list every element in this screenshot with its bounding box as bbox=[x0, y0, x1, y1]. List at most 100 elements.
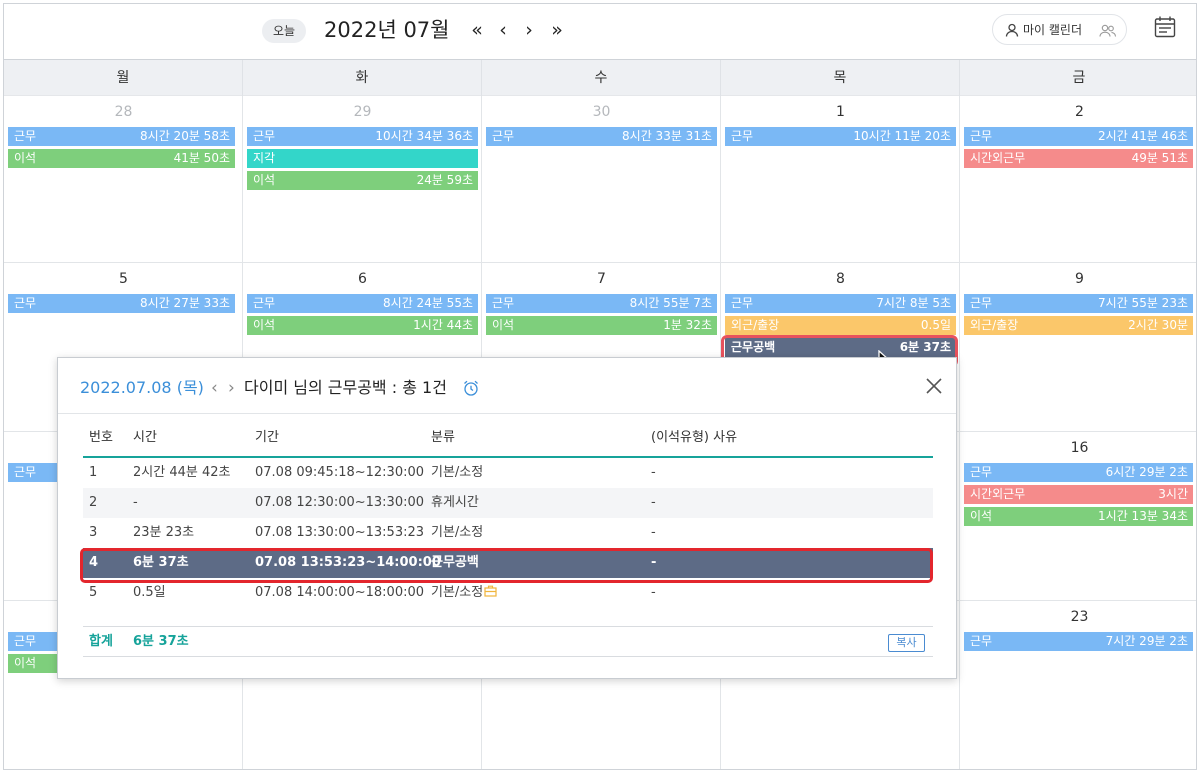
event-label: 시간외근무 bbox=[970, 151, 1026, 165]
event-value: 3시간 bbox=[1158, 487, 1188, 501]
event-bar[interactable]: 이석 24분 59초 bbox=[247, 171, 478, 190]
event-label: 근무 bbox=[970, 634, 993, 648]
event-bar[interactable]: 근무 8시간 55분 7초 bbox=[486, 294, 717, 313]
user-icon bbox=[1005, 23, 1019, 37]
table-cell-category: 기본/소정 bbox=[431, 518, 483, 548]
event-value: 8시간 27분 33초 bbox=[140, 296, 230, 310]
event-label: 이석 bbox=[253, 318, 276, 332]
day-number[interactable]: 28 bbox=[4, 102, 243, 122]
day-number[interactable]: 29 bbox=[243, 102, 482, 122]
table-cell-time: 23분 23초 bbox=[133, 518, 194, 548]
selected-row-outline bbox=[80, 548, 933, 583]
close-icon[interactable] bbox=[924, 376, 944, 396]
day-number[interactable]: 16 bbox=[960, 438, 1196, 458]
column-header: (이석유형) 사유 bbox=[651, 430, 738, 445]
day-number[interactable]: 30 bbox=[482, 102, 721, 122]
event-bar[interactable]: 지각 bbox=[247, 149, 478, 168]
event-value: 8시간 33분 31초 bbox=[622, 129, 712, 143]
cell-text: 휴게시간 bbox=[431, 495, 479, 510]
event-label: 이석 bbox=[14, 151, 37, 165]
event-label: 외근/출장 bbox=[970, 318, 1019, 332]
event-bar[interactable]: 근무 2시간 41분 46초 bbox=[964, 127, 1193, 146]
event-bar[interactable]: 근무 8시간 24분 55초 bbox=[247, 294, 478, 313]
event-bar[interactable]: 근무 8시간 33분 31초 bbox=[486, 127, 717, 146]
event-value: 1분 32초 bbox=[663, 318, 712, 332]
event-value: 8시간 20분 58초 bbox=[140, 129, 230, 143]
event-bar[interactable]: 이석 1시간 44초 bbox=[247, 316, 478, 335]
event-bar[interactable]: 외근/출장 0.5일 bbox=[725, 316, 956, 335]
cell-text: 07.08 12:30:00~13:30:00 bbox=[255, 495, 425, 510]
column-header: 기간 bbox=[255, 430, 279, 445]
table-cell-reason: - bbox=[651, 518, 656, 548]
briefcase-icon bbox=[484, 585, 497, 597]
cell-text: 2시간 44분 42초 bbox=[133, 465, 231, 480]
event-bar[interactable]: 이석 1분 32초 bbox=[486, 316, 717, 335]
event-bar[interactable]: 근무 8시간 27분 33초 bbox=[8, 294, 235, 313]
day-number[interactable]: 5 bbox=[4, 269, 243, 289]
day-number[interactable]: 9 bbox=[960, 269, 1196, 289]
day-number[interactable]: 1 bbox=[721, 102, 960, 122]
table-cell-time: 2시간 44분 42초 bbox=[133, 458, 230, 488]
cell-text: - bbox=[133, 495, 138, 510]
cell-text: 1 bbox=[89, 465, 98, 480]
prev-month-button[interactable]: ‹ bbox=[492, 16, 514, 44]
day-number[interactable]: 6 bbox=[243, 269, 482, 289]
modal-header: 2022.07.08 (목) ‹ › 다이미 님의 근무공백 : 총 1건 bbox=[58, 358, 956, 414]
event-value: 41분 50초 bbox=[173, 151, 230, 165]
event-bar[interactable]: 외근/출장 2시간 30분 bbox=[964, 316, 1193, 335]
day-number[interactable]: 2 bbox=[960, 102, 1196, 122]
event-bar[interactable]: 근무 7시간 55분 23초 bbox=[964, 294, 1193, 313]
cell-text: - bbox=[651, 585, 656, 600]
copy-button[interactable]: 복사 bbox=[888, 634, 925, 652]
table-row[interactable]: 3 23분 23초 07.08 13:30:00~13:53:23 기본/소정 - bbox=[83, 518, 933, 548]
event-value: 7시간 29분 2초 bbox=[1105, 634, 1188, 648]
event-value: 7시간 8분 5초 bbox=[876, 296, 951, 310]
event-bar[interactable]: 이석 1시간 13분 34초 bbox=[964, 507, 1193, 526]
event-bar[interactable]: 근무 10시간 34분 36초 bbox=[247, 127, 478, 146]
event-label: 근무 bbox=[253, 296, 276, 310]
my-calendar-button[interactable]: 마이 캘린더 bbox=[992, 14, 1127, 45]
event-bar[interactable]: 근무 7시간 29분 2초 bbox=[964, 632, 1193, 651]
cell-text: 23분 23초 bbox=[133, 525, 195, 540]
table-cell-period: 07.08 13:30:00~13:53:23 bbox=[255, 518, 424, 548]
today-button[interactable]: 오늘 bbox=[262, 19, 306, 43]
event-label: 이석 bbox=[253, 173, 276, 187]
day-number[interactable]: 23 bbox=[960, 607, 1196, 627]
table-row[interactable]: 2 - 07.08 12:30:00~13:30:00 휴게시간 - bbox=[83, 488, 933, 518]
event-value: 2시간 30분 bbox=[1128, 318, 1188, 332]
event-label: 근무 bbox=[253, 129, 276, 143]
modal-title: 다이미 님의 근무공백 : 총 1건 bbox=[244, 378, 447, 397]
weekday-mon: 월 bbox=[4, 60, 243, 96]
grid-divider bbox=[959, 96, 960, 769]
cell-text: 0.5일 bbox=[133, 585, 166, 600]
event-bar[interactable]: 근무 8시간 20분 58초 bbox=[8, 127, 235, 146]
event-label: 근무 bbox=[14, 129, 37, 143]
modal-prev-button[interactable]: ‹ bbox=[211, 378, 218, 398]
next-month-button[interactable]: › bbox=[518, 16, 540, 44]
month-title: 2022년 07월 bbox=[324, 18, 450, 42]
table-row[interactable]: 1 2시간 44분 42초 07.08 09:45:18~12:30:00 기본/소정… bbox=[83, 458, 933, 488]
calendar-icon[interactable] bbox=[1153, 15, 1177, 39]
event-bar[interactable]: 시간외근무 49분 51초 bbox=[964, 149, 1193, 168]
event-bar[interactable]: 이석 41분 50초 bbox=[8, 149, 235, 168]
calendar-toolbar: 오늘 2022년 07월 « ‹ › » 마이 캘린더 bbox=[4, 4, 1196, 60]
event-bar[interactable]: 시간외근무 3시간 bbox=[964, 485, 1193, 504]
event-value: 7시간 55분 23초 bbox=[1098, 296, 1188, 310]
modal-next-button[interactable]: › bbox=[228, 378, 235, 398]
event-label: 이석 bbox=[492, 318, 515, 332]
event-value: 6시간 29분 2초 bbox=[1105, 465, 1188, 479]
last-page-button[interactable]: » bbox=[546, 16, 568, 44]
weekday-tue: 화 bbox=[243, 60, 482, 96]
event-bar[interactable]: 근무 10시간 11분 20초 bbox=[725, 127, 956, 146]
group-icon[interactable] bbox=[1099, 24, 1117, 37]
first-page-button[interactable]: « bbox=[466, 16, 488, 44]
day-number[interactable]: 7 bbox=[482, 269, 721, 289]
column-header: 시간 bbox=[133, 430, 157, 445]
event-bar[interactable]: 근무 6시간 29분 2초 bbox=[964, 463, 1193, 482]
alarm-clock-icon[interactable] bbox=[462, 379, 480, 397]
day-number[interactable]: 8 bbox=[721, 269, 960, 289]
table-cell-reason: - bbox=[651, 488, 656, 518]
event-label: 지각 bbox=[253, 151, 276, 165]
event-bar[interactable]: 근무 7시간 8분 5초 bbox=[725, 294, 956, 313]
cell-text: 기본/소정 bbox=[431, 465, 484, 480]
